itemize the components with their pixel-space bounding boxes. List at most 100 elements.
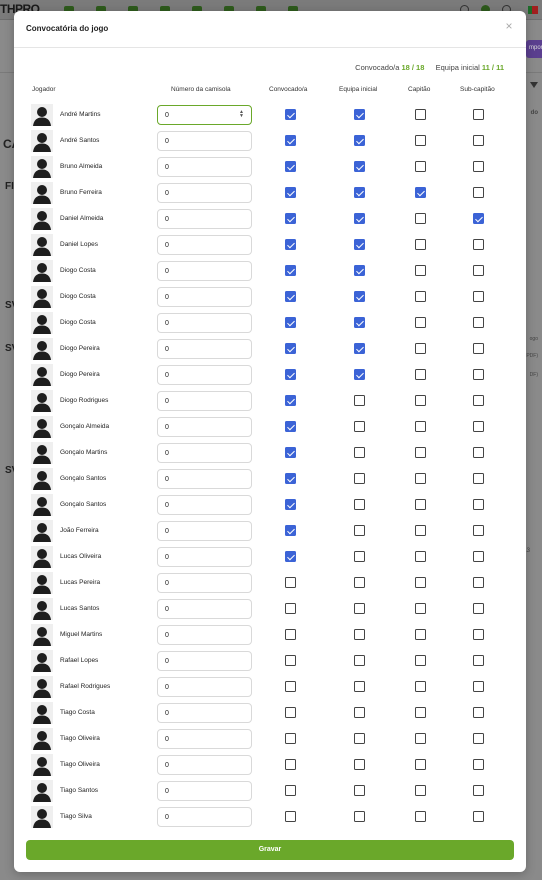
vice-checkbox[interactable] [473,291,484,302]
captain-checkbox[interactable] [415,109,426,120]
starting-checkbox[interactable] [354,785,365,796]
vice-checkbox[interactable] [473,213,484,224]
vice-checkbox[interactable] [473,577,484,588]
captain-checkbox[interactable] [415,343,426,354]
shirt-number-input[interactable] [157,755,252,775]
vice-checkbox[interactable] [473,317,484,328]
starting-checkbox[interactable] [354,135,365,146]
called-checkbox[interactable] [285,759,296,770]
called-checkbox[interactable] [285,681,296,692]
captain-checkbox[interactable] [415,421,426,432]
vice-checkbox[interactable] [473,681,484,692]
number-spinner-icon[interactable]: ▲ ▼ [239,110,244,119]
vice-checkbox[interactable] [473,525,484,536]
shirt-number-input[interactable] [157,729,252,749]
called-checkbox[interactable] [285,369,296,380]
shirt-number-input[interactable] [157,209,252,229]
captain-checkbox[interactable] [415,785,426,796]
vice-checkbox[interactable] [473,655,484,666]
captain-checkbox[interactable] [415,759,426,770]
called-checkbox[interactable] [285,109,296,120]
starting-checkbox[interactable] [354,447,365,458]
starting-checkbox[interactable] [354,577,365,588]
called-checkbox[interactable] [285,291,296,302]
vice-checkbox[interactable] [473,395,484,406]
captain-checkbox[interactable] [415,213,426,224]
vice-checkbox[interactable] [473,135,484,146]
called-checkbox[interactable] [285,187,296,198]
captain-checkbox[interactable] [415,733,426,744]
called-checkbox[interactable] [285,655,296,666]
captain-checkbox[interactable] [415,291,426,302]
captain-checkbox[interactable] [415,499,426,510]
shirt-number-input[interactable] [157,625,252,645]
shirt-number-input[interactable] [157,313,252,333]
starting-checkbox[interactable] [354,759,365,770]
shirt-number-input[interactable] [157,469,252,489]
captain-checkbox[interactable] [415,811,426,822]
starting-checkbox[interactable] [354,421,365,432]
called-checkbox[interactable] [285,317,296,328]
vice-checkbox[interactable] [473,707,484,718]
vice-checkbox[interactable] [473,343,484,354]
captain-checkbox[interactable] [415,135,426,146]
vice-checkbox[interactable] [473,369,484,380]
called-checkbox[interactable] [285,213,296,224]
shirt-number-input[interactable] [157,677,252,697]
shirt-number-input[interactable] [157,521,252,541]
vice-checkbox[interactable] [473,551,484,562]
called-checkbox[interactable] [285,525,296,536]
shirt-number-input[interactable] [157,495,252,515]
vice-checkbox[interactable] [473,161,484,172]
shirt-number-input[interactable] [157,651,252,671]
vice-checkbox[interactable] [473,733,484,744]
captain-checkbox[interactable] [415,707,426,718]
called-checkbox[interactable] [285,629,296,640]
captain-checkbox[interactable] [415,655,426,666]
starting-checkbox[interactable] [354,291,365,302]
vice-checkbox[interactable] [473,109,484,120]
called-checkbox[interactable] [285,811,296,822]
shirt-number-input[interactable] [157,417,252,437]
vice-checkbox[interactable] [473,629,484,640]
captain-checkbox[interactable] [415,603,426,614]
save-button[interactable]: Gravar [26,840,514,860]
shirt-number-input[interactable] [157,261,252,281]
shirt-number-input[interactable] [157,365,252,385]
starting-checkbox[interactable] [354,707,365,718]
shirt-number-input[interactable] [157,287,252,307]
shirt-number-input[interactable] [157,443,252,463]
vice-checkbox[interactable] [473,811,484,822]
captain-checkbox[interactable] [415,629,426,640]
close-icon[interactable]: × [502,19,516,33]
shirt-number-input[interactable] [157,157,252,177]
starting-checkbox[interactable] [354,187,365,198]
shirt-number-input[interactable] [157,807,252,827]
captain-checkbox[interactable] [415,161,426,172]
called-checkbox[interactable] [285,785,296,796]
starting-checkbox[interactable] [354,395,365,406]
starting-checkbox[interactable] [354,239,365,250]
captain-checkbox[interactable] [415,395,426,406]
starting-checkbox[interactable] [354,213,365,224]
shirt-number-input[interactable] [157,131,252,151]
shirt-number-input[interactable] [157,547,252,567]
shirt-number-input[interactable] [157,781,252,801]
vice-checkbox[interactable] [473,499,484,510]
shirt-number-input[interactable] [157,105,252,125]
shirt-number-input[interactable] [157,703,252,723]
starting-checkbox[interactable] [354,525,365,536]
starting-checkbox[interactable] [354,603,365,614]
shirt-number-input[interactable] [157,339,252,359]
called-checkbox[interactable] [285,135,296,146]
called-checkbox[interactable] [285,447,296,458]
vice-checkbox[interactable] [473,447,484,458]
called-checkbox[interactable] [285,239,296,250]
shirt-number-input[interactable] [157,183,252,203]
starting-checkbox[interactable] [354,681,365,692]
captain-checkbox[interactable] [415,681,426,692]
captain-checkbox[interactable] [415,317,426,328]
starting-checkbox[interactable] [354,109,365,120]
shirt-number-input[interactable] [157,599,252,619]
vice-checkbox[interactable] [473,187,484,198]
